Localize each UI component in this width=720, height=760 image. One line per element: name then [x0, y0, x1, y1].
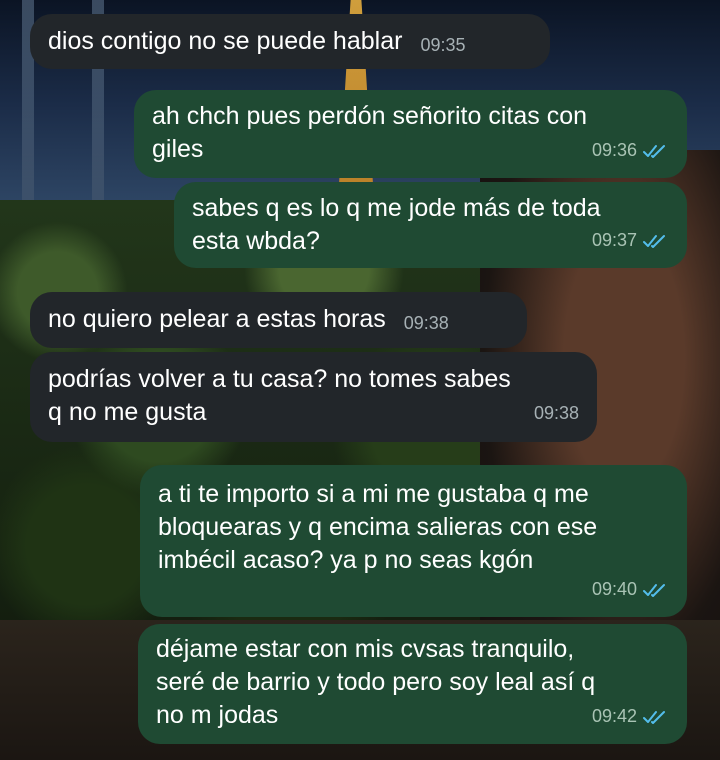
message-time: 09:36: [591, 140, 637, 160]
read-receipt-icon: [643, 582, 669, 598]
message-time: 09:40: [591, 579, 637, 599]
message-text: podrías volver a tu casa? no tomes sabes…: [48, 365, 511, 426]
message-meta: 09:38: [534, 397, 579, 430]
message-text: dios contigo no se puede hablar: [48, 27, 403, 55]
message-time: 09:38: [533, 403, 579, 423]
message-bubble-outgoing[interactable]: a ti te importo si a mi me gustaba q me …: [140, 465, 687, 617]
message-meta: 09:40: [592, 573, 669, 606]
message-bubble-outgoing[interactable]: déjame estar con mis cvsas tranquilo, se…: [138, 624, 687, 744]
read-receipt-icon: [643, 709, 669, 725]
message-bubble-outgoing[interactable]: sabes q es lo q me jode más de toda esta…: [174, 182, 687, 268]
message-bubble-incoming[interactable]: dios contigo no se puede hablar 09:35: [30, 14, 550, 69]
message-time: 09:35: [420, 35, 466, 55]
message-bubble-incoming[interactable]: no quiero pelear a estas horas 09:38: [30, 292, 527, 348]
message-bubble-incoming[interactable]: podrías volver a tu casa? no tomes sabes…: [30, 352, 597, 442]
message-text: a ti te importo si a mi me gustaba q me …: [158, 480, 598, 574]
chat-messages[interactable]: dios contigo no se puede hablar 09:35 ah …: [0, 0, 720, 760]
message-meta: 09:42: [592, 700, 669, 733]
message-time: 09:38: [403, 313, 449, 333]
read-receipt-icon: [643, 143, 669, 159]
message-time: 09:42: [591, 706, 637, 726]
message-time: 09:37: [591, 230, 637, 250]
read-receipt-icon: [643, 233, 669, 249]
message-meta: 09:36: [592, 134, 669, 167]
message-text: no quiero pelear a estas horas: [48, 305, 386, 333]
message-meta: 09:37: [592, 224, 669, 257]
message-bubble-outgoing[interactable]: ah chch pues perdón señorito citas con g…: [134, 90, 687, 178]
